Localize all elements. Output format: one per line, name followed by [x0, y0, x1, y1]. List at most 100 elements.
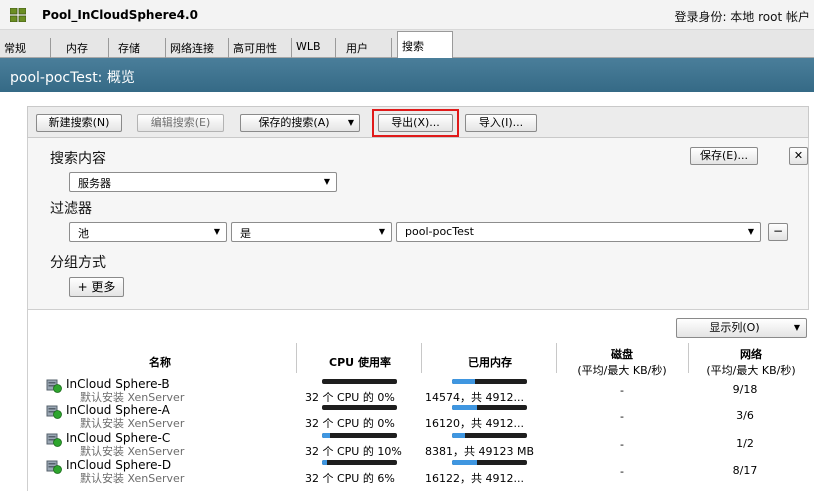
disk-usage-text: -	[620, 465, 624, 478]
cpu-usage-bar	[322, 379, 397, 384]
network-usage-text: 9/18	[732, 383, 758, 396]
filter-field-select[interactable]: 池 ▼	[69, 222, 227, 242]
window-title: Pool_InCloudSphere4.0	[42, 8, 198, 22]
login-info: 登录身份: 本地 root 帐户	[674, 10, 810, 24]
remove-filter-button[interactable]: −	[768, 223, 788, 241]
network-usage-text: 8/17	[732, 464, 758, 477]
network-header-sub: (平均/最大 KB/秒)	[706, 364, 796, 377]
memory-usage-text: 8381，共 49123 MB	[425, 445, 535, 458]
chevron-down-icon: ▼	[213, 227, 220, 236]
column-divider	[688, 343, 689, 373]
host-description: 默认安装 XenServer	[80, 445, 185, 458]
table-row[interactable]: InCloud Sphere-A 默认安装 XenServer 32 个 CPU…	[0, 403, 814, 430]
memory-usage-bar	[452, 433, 527, 438]
column-header-name[interactable]: 名称	[140, 354, 180, 370]
tab-ha[interactable]: 高可用性	[229, 38, 292, 58]
tab-search[interactable]: 搜索	[397, 31, 453, 59]
server-icon	[46, 460, 62, 474]
server-icon	[46, 405, 62, 419]
cpu-usage-bar	[322, 405, 397, 410]
chevron-down-icon: ▼	[323, 177, 330, 186]
filter-label: 过滤器	[50, 201, 92, 217]
tab-general[interactable]: 常规	[0, 38, 51, 58]
chevron-down-icon: ▼	[378, 227, 385, 236]
filter-value-text: pool-pocTest	[405, 225, 474, 238]
disk-header-sub: (平均/最大 KB/秒)	[577, 364, 667, 377]
disk-usage-text: -	[620, 410, 624, 423]
server-icon	[46, 379, 62, 393]
tab-networking[interactable]: 网络连接	[166, 38, 229, 58]
column-header-memory[interactable]: 已用内存	[435, 354, 545, 370]
disk-usage-text: -	[620, 438, 624, 451]
saved-searches-label: 保存的搜索(A)	[258, 116, 330, 129]
memory-usage-bar	[452, 405, 527, 410]
tab-memory[interactable]: 内存	[62, 38, 109, 58]
memory-usage-fill	[452, 460, 477, 465]
host-description: 默认安装 XenServer	[80, 417, 185, 430]
search-criteria-panel: 搜索内容 保存(E)... ✕ 服务器 ▼ 过滤器 池 ▼ 是 ▼ pool-p…	[27, 138, 809, 310]
cpu-usage-text: 32 个 CPU 的 10%	[305, 445, 402, 458]
display-columns-label: 显示列(O)	[709, 321, 760, 334]
edit-search-button[interactable]: 编辑搜索(E)	[137, 114, 224, 132]
filter-operator-value: 是	[240, 227, 251, 240]
filter-operator-select[interactable]: 是 ▼	[231, 222, 392, 242]
new-search-button[interactable]: 新建搜索(N)	[36, 114, 122, 132]
memory-usage-bar	[452, 379, 527, 384]
filter-value-select[interactable]: pool-pocTest ▼	[396, 222, 761, 242]
table-row[interactable]: InCloud Sphere-D 默认安装 XenServer 32 个 CPU…	[0, 458, 814, 485]
column-header-disk[interactable]: 磁盘 (平均/最大 KB/秒)	[562, 346, 682, 378]
tab-wlb[interactable]: WLB	[292, 38, 336, 58]
cpu-usage-bar	[322, 460, 397, 465]
server-icon	[46, 433, 62, 447]
add-group-button[interactable]: + 更多	[69, 277, 124, 297]
tab-bar: 常规 内存 存储 网络连接 高可用性 WLB 用户 搜索	[0, 30, 814, 59]
cpu-usage-text: 32 个 CPU 的 6%	[305, 472, 395, 485]
column-divider	[421, 343, 422, 373]
page-header: pool-pocTest: 概览	[0, 58, 814, 92]
disk-usage-text: -	[620, 384, 624, 397]
import-button[interactable]: 导入(I)...	[465, 114, 537, 132]
column-divider	[296, 343, 297, 373]
chevron-down-icon: ▼	[347, 118, 354, 127]
saved-searches-dropdown[interactable]: 保存的搜索(A) ▼	[240, 114, 360, 132]
memory-usage-text: 14574，共 4912...	[425, 391, 524, 404]
export-highlight-box	[372, 109, 459, 137]
pool-icon	[10, 8, 26, 22]
cpu-usage-text: 32 个 CPU 的 0%	[305, 391, 395, 404]
page-title: pool-pocTest: 概览	[10, 70, 135, 86]
tab-users[interactable]: 用户	[342, 38, 392, 58]
title-bar: Pool_InCloudSphere4.0 登录身份: 本地 root 帐户	[0, 0, 814, 30]
search-content-value: 服务器	[78, 177, 111, 190]
memory-usage-text: 16120，共 4912...	[425, 417, 524, 430]
close-icon[interactable]: ✕	[789, 147, 808, 165]
host-description: 默认安装 XenServer	[80, 472, 185, 485]
search-content-label: 搜索内容	[50, 151, 106, 167]
column-divider	[556, 343, 557, 373]
memory-usage-text: 16122，共 4912...	[425, 472, 524, 485]
network-header-title: 网络	[740, 348, 762, 361]
group-by-label: 分组方式	[50, 255, 106, 271]
chevron-down-icon: ▼	[793, 323, 800, 332]
tab-storage[interactable]: 存储	[114, 38, 166, 58]
table-row[interactable]: InCloud Sphere-B 默认安装 XenServer 32 个 CPU…	[0, 377, 814, 404]
memory-usage-fill	[452, 405, 477, 410]
disk-header-title: 磁盘	[611, 348, 633, 361]
cpu-usage-fill	[322, 433, 330, 438]
network-usage-text: 3/6	[736, 409, 754, 422]
cpu-usage-bar	[322, 433, 397, 438]
memory-usage-fill	[452, 433, 465, 438]
cpu-usage-fill	[322, 460, 327, 465]
network-usage-text: 1/2	[736, 437, 754, 450]
search-content-select[interactable]: 服务器 ▼	[69, 172, 337, 192]
column-header-network[interactable]: 网络 (平均/最大 KB/秒)	[690, 346, 812, 378]
cpu-usage-text: 32 个 CPU 的 0%	[305, 417, 395, 430]
memory-usage-fill	[452, 379, 475, 384]
filter-field-value: 池	[78, 227, 89, 240]
table-row[interactable]: InCloud Sphere-C 默认安装 XenServer 32 个 CPU…	[0, 431, 814, 458]
save-search-button[interactable]: 保存(E)...	[690, 147, 758, 165]
column-header-cpu[interactable]: CPU 使用率	[305, 354, 415, 370]
display-columns-dropdown[interactable]: 显示列(O) ▼	[676, 318, 807, 338]
memory-usage-bar	[452, 460, 527, 465]
chevron-down-icon: ▼	[747, 227, 754, 236]
search-toolbar: 新建搜索(N) 编辑搜索(E) 保存的搜索(A) ▼ 导出(X)... 导入(I…	[27, 106, 809, 138]
